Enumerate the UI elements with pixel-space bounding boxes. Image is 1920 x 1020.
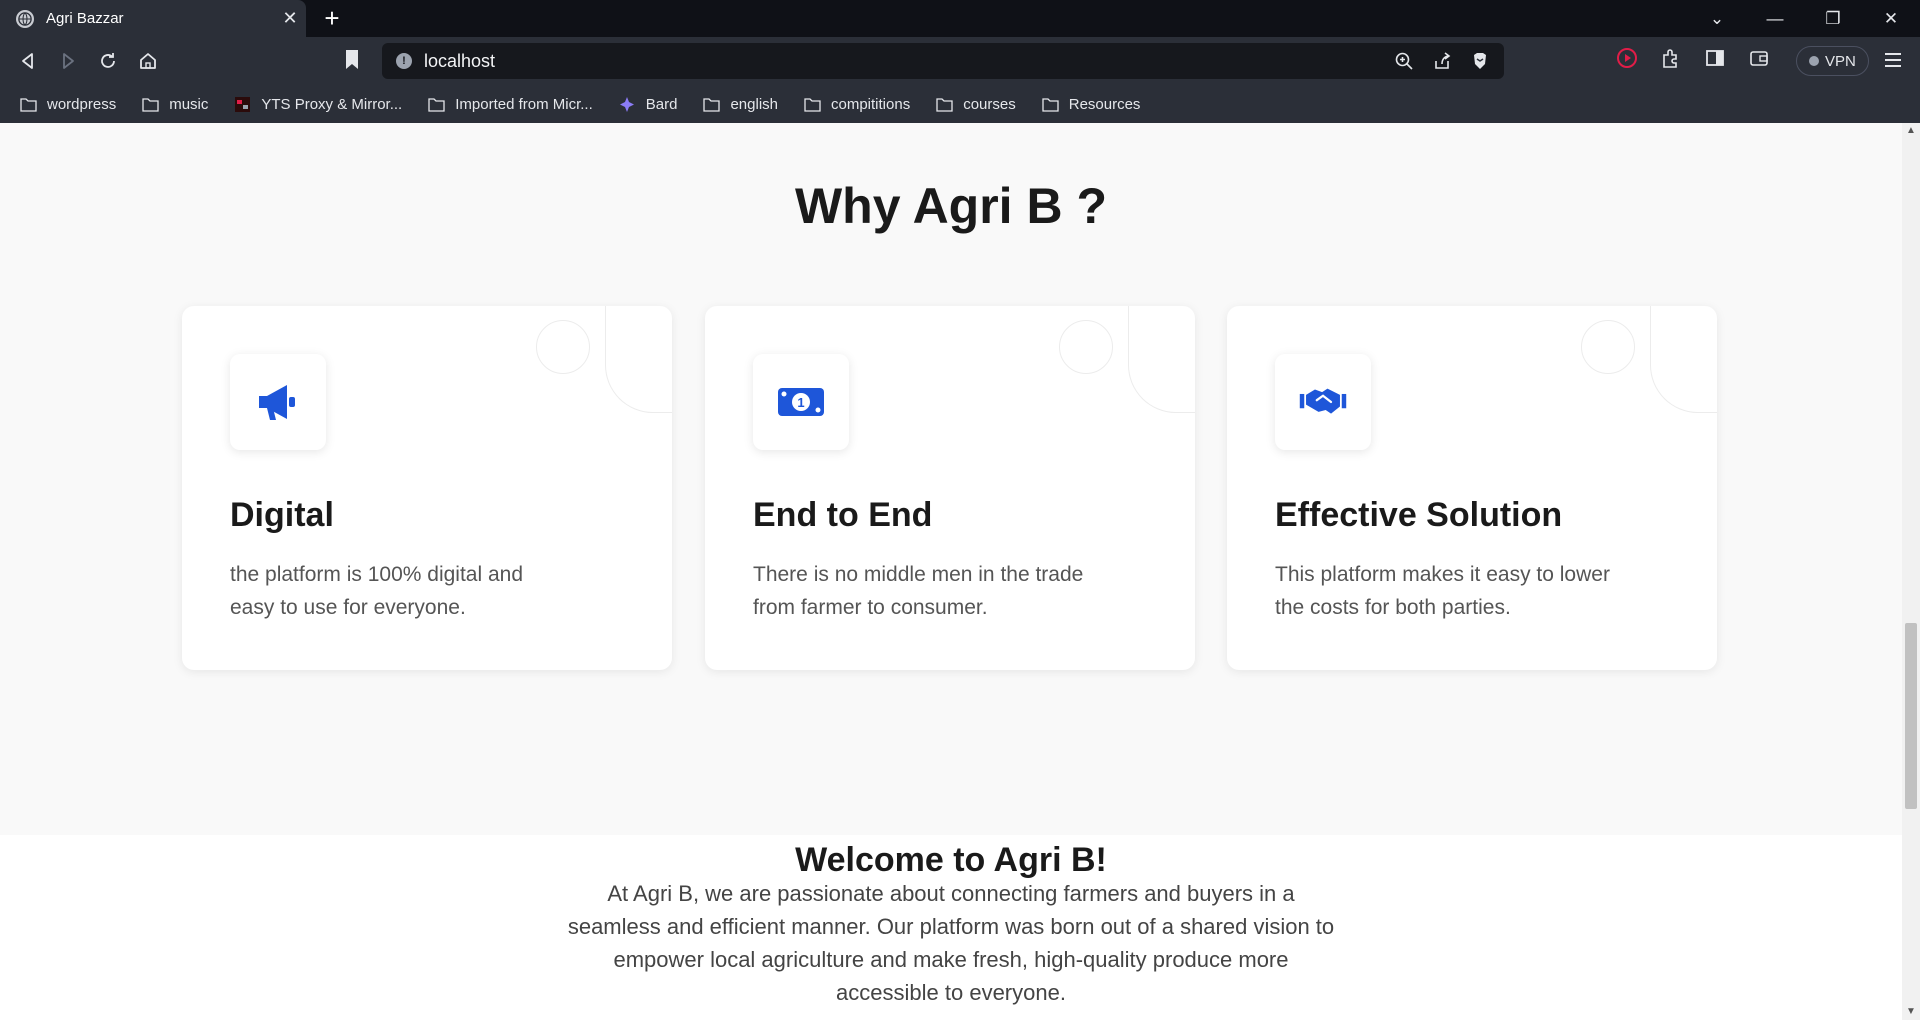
feature-title: Effective Solution [1275,496,1563,534]
bookmark-label: YTS Proxy & Mirror... [261,95,403,113]
scroll-up-icon[interactable]: ▲ [1902,123,1920,139]
bookmark-label: wordpress [47,95,117,113]
bookmark-label: courses [963,95,1016,113]
bookmark-page-icon[interactable] [344,49,360,76]
svg-text:1: 1 [797,395,804,410]
home-icon[interactable] [134,47,162,75]
bookmark-label: music [169,95,209,113]
bookmark-item[interactable]: Resources [1042,95,1141,113]
megaphone-icon [259,385,295,420]
tab-close-icon[interactable]: ✕ [274,8,306,29]
bookmark-label: Bard [645,95,678,113]
feature-text: the platform is 100% digital and easy to… [230,563,524,619]
bookmark-label: english [730,95,778,113]
decorative-corner [1650,306,1717,413]
sidebar-icon[interactable] [1704,47,1726,69]
vpn-status-dot [1809,56,1819,66]
bookmark-item[interactable]: compititions [804,96,910,113]
bookmark-label: Resources [1068,95,1141,113]
feature-text: There is no middle men in the trade from… [753,563,1084,619]
folder-icon [428,97,455,112]
folder-icon [20,97,47,112]
minimize-icon[interactable]: — [1746,9,1804,29]
feature-icon-box [1275,354,1371,450]
wallet-icon[interactable] [1748,47,1770,69]
bookmark-item[interactable]: music [142,96,208,113]
decorative-corner [1128,306,1195,413]
bookmark-item[interactable]: wordpress [20,96,116,113]
bookmark-item[interactable]: english [703,96,778,113]
decorative-circle [1059,320,1113,374]
feature-card-end-to-end: 1 End to End There is no middle men in t… [705,306,1195,670]
share-icon[interactable] [1432,51,1452,71]
bookmark-item[interactable]: Bard [619,95,678,113]
browser-toolbar: ! localhost VPN [0,37,1920,85]
decorative-circle [1581,320,1635,374]
url-text[interactable]: localhost [424,51,1394,72]
tab-title: Agri Bazzar [46,10,124,27]
reload-icon[interactable] [94,47,122,75]
bookmark-item[interactable]: courses [936,96,1016,113]
folder-icon [142,97,169,112]
folder-icon [703,97,730,112]
page-viewport: Why Agri B ? Digital the platform is 100… [0,123,1902,1020]
scrollbar-thumb[interactable] [1905,623,1917,809]
bookmark-label: Imported from Micr... [455,95,593,113]
handshake-icon [1299,388,1347,414]
feature-icon-box: 1 [753,354,849,450]
why-section-title: Why Agri B ? [794,178,1107,234]
bard-sparkle-icon [619,96,646,112]
folder-icon [804,97,831,112]
money-bill-icon: 1 [778,388,824,416]
feature-text: This platform makes it easy to lower the… [1275,563,1610,619]
brave-shields-icon[interactable] [1470,51,1490,71]
feature-card-effective-solution: Effective Solution This platform makes i… [1227,306,1717,670]
bookmark-item[interactable]: YTS Proxy & Mirror... [234,96,402,113]
tab-list-chevron-icon[interactable]: ⌄ [1688,9,1746,29]
close-window-icon[interactable]: ✕ [1862,9,1920,29]
yts-favicon [234,96,261,112]
site-info-icon[interactable]: ! [396,53,412,69]
feature-title: End to End [753,496,933,534]
vpn-label: VPN [1825,52,1856,70]
folder-icon [1042,97,1069,112]
back-icon[interactable] [14,47,42,75]
feature-card-digital: Digital the platform is 100% digital and… [182,306,672,670]
folder-icon [936,97,963,112]
decorative-corner [605,306,672,413]
tab-agri-bazzar[interactable]: Agri Bazzar ✕ [0,0,306,37]
vpn-button[interactable]: VPN [1796,46,1869,76]
bookmark-item[interactable]: Imported from Micr... [428,96,593,113]
bookmark-label: compititions [831,95,911,113]
new-tab-button[interactable]: + [318,5,346,33]
restore-icon[interactable]: ❐ [1804,9,1862,29]
forward-icon[interactable] [54,47,82,75]
feature-title: Digital [230,496,334,534]
address-bar[interactable]: ! localhost [382,43,1504,79]
hamburger-menu-icon[interactable] [1882,49,1904,76]
zoom-icon[interactable] [1394,51,1414,71]
bookmarks-bar: wordpress music YTS Proxy & Mirror... Impor… [0,85,1920,123]
extensions-icon[interactable] [1660,47,1682,69]
feature-icon-box [230,354,326,450]
welcome-title: Welcome to Agri B! [795,841,1107,879]
tab-strip: Agri Bazzar ✕ + ⌄ — ❐ ✕ [0,0,1920,37]
welcome-text: At Agri B, we are passionate about conne… [567,881,1335,1005]
media-play-icon[interactable] [1616,47,1638,69]
window-controls: ⌄ — ❐ ✕ [1688,0,1920,37]
scroll-down-icon[interactable]: ▼ [1902,1004,1920,1020]
globe-favicon-icon [16,9,34,28]
welcome-section: Welcome to Agri B! At Agri B, we are pas… [0,835,1902,1020]
page-scrollbar[interactable]: ▲ ▼ [1902,123,1920,1020]
decorative-circle [536,320,590,374]
